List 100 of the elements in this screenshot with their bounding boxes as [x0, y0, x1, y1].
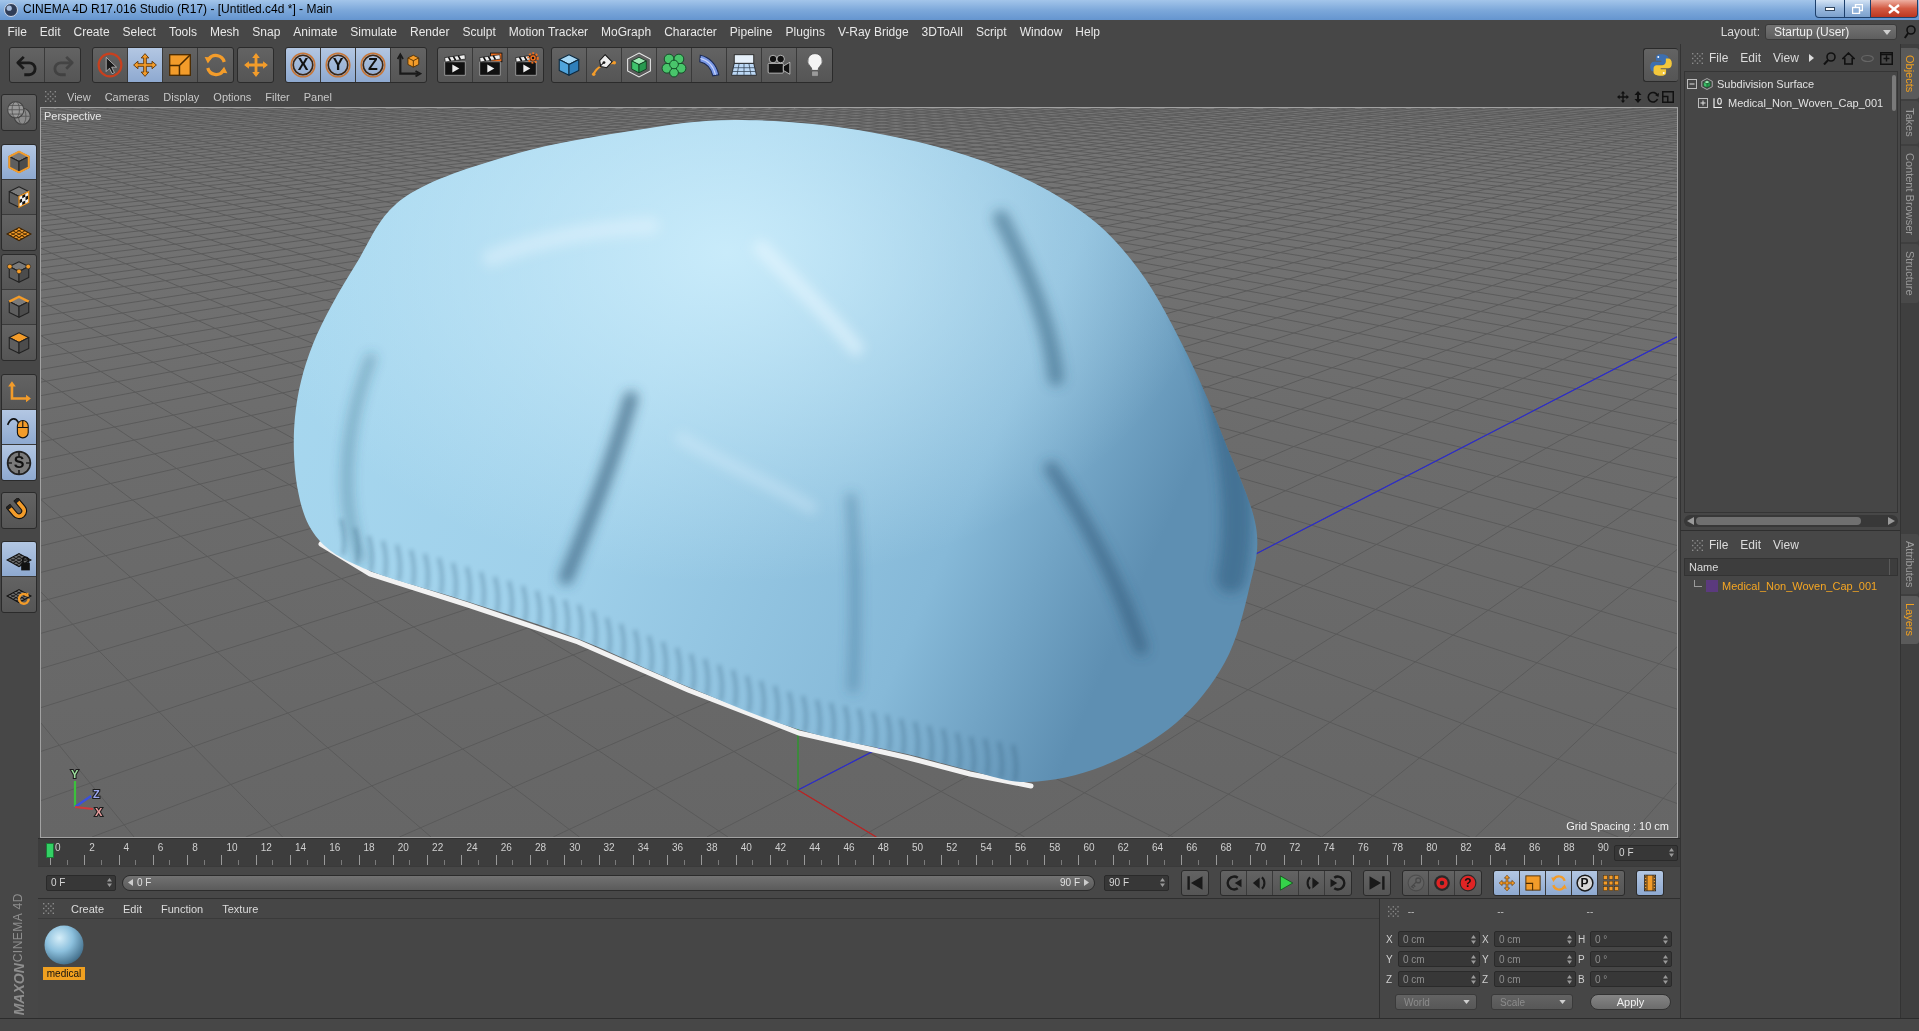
collapse-box-icon[interactable]	[1687, 78, 1697, 89]
spinner-icon[interactable]	[1567, 974, 1572, 984]
timeline-ruler[interactable]: 0 2 4 6 8 10 12 14 16 18 20 22 24 26 28 30 32 34 36 38 40 42 44 46 48 50 52 54 56 58 60 62 64 66 68 70 72 74 76 78 80 82 84 86 88 90 0 F	[38, 838, 1680, 866]
go-start-button[interactable]	[1182, 870, 1208, 895]
key-position-button[interactable]	[1494, 870, 1520, 895]
object-name[interactable]: Medical_Non_Woven_Cap_001	[1728, 96, 1884, 109]
material-preview[interactable]	[44, 925, 84, 965]
spinner-icon[interactable]	[107, 878, 112, 887]
edges-button[interactable]	[2, 290, 36, 325]
step-back-button[interactable]	[1247, 870, 1273, 895]
menu-item[interactable]: View	[1767, 538, 1805, 552]
script-button[interactable]	[1643, 48, 1678, 82]
menu-item[interactable]: Tools	[162, 21, 204, 43]
playhead[interactable]	[46, 842, 54, 858]
spinner-icon[interactable]	[1669, 848, 1675, 857]
axis-lock-button[interactable]: Z	[356, 48, 391, 82]
close-button[interactable]	[1871, 0, 1918, 18]
play-button[interactable]	[1273, 870, 1299, 895]
magnet-button[interactable]	[2, 493, 36, 528]
scale-button[interactable]	[163, 48, 198, 82]
axis-lock-button[interactable]: X	[286, 48, 321, 82]
right-arrow-icon[interactable]	[1084, 879, 1089, 886]
coordinate-field[interactable]: 0 cm	[1398, 971, 1480, 987]
workplane-button[interactable]	[2, 215, 36, 250]
start-frame-field[interactable]: 0 F	[46, 874, 116, 891]
key-parameter-button[interactable]: P	[1572, 870, 1598, 895]
next-key-button[interactable]	[1325, 870, 1351, 895]
rotate-button[interactable]	[198, 48, 233, 82]
scene-button[interactable]	[2, 95, 36, 130]
grip-icon[interactable]	[43, 903, 54, 914]
subdivision-button[interactable]	[622, 48, 657, 82]
end-frame-field[interactable]: 90 F	[1104, 874, 1169, 891]
spinner-icon[interactable]	[1663, 954, 1668, 964]
menu-item[interactable]: File	[1703, 538, 1735, 552]
points-button[interactable]	[2, 255, 36, 290]
menu-item[interactable]: Create	[71, 902, 113, 915]
right-arrow-icon[interactable]	[1888, 517, 1895, 525]
menu-item[interactable]: Snap	[245, 21, 287, 43]
coordinate-system-button[interactable]	[391, 48, 426, 82]
object-name[interactable]: Subdivision Surface	[1717, 77, 1815, 90]
texture-button[interactable]	[2, 180, 36, 215]
layer-name[interactable]: Medical_Non_Woven_Cap_001	[1722, 579, 1878, 592]
horizontal-scrollbar[interactable]	[1684, 515, 1898, 527]
menu-item[interactable]: Edit	[1734, 538, 1768, 552]
menu-item[interactable]: File	[1, 21, 34, 43]
viewport-menu-item[interactable]: Filter	[258, 90, 297, 103]
undo-button[interactable]	[10, 48, 45, 82]
material-name[interactable]: medical	[42, 967, 86, 980]
menu-item[interactable]: Function	[161, 902, 212, 915]
render-picture-button[interactable]	[473, 48, 508, 82]
spinner-icon[interactable]	[1160, 878, 1165, 887]
coordinate-field[interactable]: 0 cm	[1494, 971, 1576, 987]
axis-button[interactable]	[2, 375, 36, 410]
viewport-menu-item[interactable]: View	[60, 90, 98, 103]
spinner-icon[interactable]	[1663, 974, 1668, 984]
spinner-icon[interactable]	[1567, 934, 1572, 944]
scrollbar-thumb[interactable]	[1696, 517, 1861, 525]
menu-item[interactable]: Texture	[222, 902, 267, 915]
menu-item[interactable]: V-Ray Bridge	[831, 21, 916, 43]
viewport[interactable]: Perspective Y Z X Grid Spacing : 10 cm	[40, 107, 1678, 838]
coordinate-field[interactable]: 0 cm	[1494, 931, 1576, 947]
polygons-button[interactable]	[2, 325, 36, 360]
spinner-icon[interactable]	[1471, 974, 1476, 984]
spinner-icon[interactable]	[1567, 954, 1572, 964]
grip-icon[interactable]	[1692, 539, 1703, 551]
render-settings-button[interactable]	[508, 48, 543, 82]
menu-item[interactable]: MoGraph	[594, 21, 658, 43]
menu-item[interactable]: Character	[657, 21, 724, 43]
auto-key-button[interactable]	[1429, 870, 1455, 895]
maximize-button[interactable]	[1845, 0, 1871, 18]
cube-button[interactable]	[552, 48, 587, 82]
menu-item[interactable]: View	[1767, 51, 1805, 65]
light-button[interactable]	[797, 48, 832, 82]
layout-dropdown[interactable]: Startup (User)	[1765, 24, 1897, 40]
menu-item[interactable]: Pipeline	[723, 21, 780, 43]
current-frame-field[interactable]: 0 F	[1614, 844, 1679, 861]
previous-key-button[interactable]	[1221, 870, 1247, 895]
viewport-menu-item[interactable]: Options	[206, 90, 259, 103]
coordinate-field[interactable]: 0 cm	[1398, 931, 1480, 947]
timeline-window-button[interactable]	[1637, 870, 1663, 895]
pen-button[interactable]	[587, 48, 622, 82]
viewport-menu-item[interactable]: Cameras	[97, 90, 157, 103]
more-arrow-icon[interactable]	[1808, 54, 1814, 62]
floor-button[interactable]	[727, 48, 762, 82]
coordinate-field[interactable]: 0 cm	[1494, 951, 1576, 967]
menu-item[interactable]: Motion Tracker	[502, 21, 595, 43]
left-arrow-icon[interactable]	[1687, 517, 1694, 525]
coordinate-field[interactable]: 0 °	[1590, 951, 1672, 967]
menu-item[interactable]: Edit	[1734, 51, 1768, 65]
grid-rotate-button[interactable]	[2, 577, 36, 612]
menu-item[interactable]: Edit	[33, 21, 68, 43]
spinner-icon[interactable]	[1471, 934, 1476, 944]
menu-item[interactable]: Simulate	[343, 21, 404, 43]
menu-item[interactable]: Render	[403, 21, 456, 43]
workplane-lock-button[interactable]	[2, 542, 36, 577]
viewport-menu-item[interactable]: Panel	[296, 90, 339, 103]
window-toggle-icon[interactable]	[1662, 90, 1674, 103]
cloner-button[interactable]	[657, 48, 692, 82]
viewport-menu-item[interactable]: Display	[156, 90, 207, 103]
axis-lock-button[interactable]: Y	[321, 48, 356, 82]
